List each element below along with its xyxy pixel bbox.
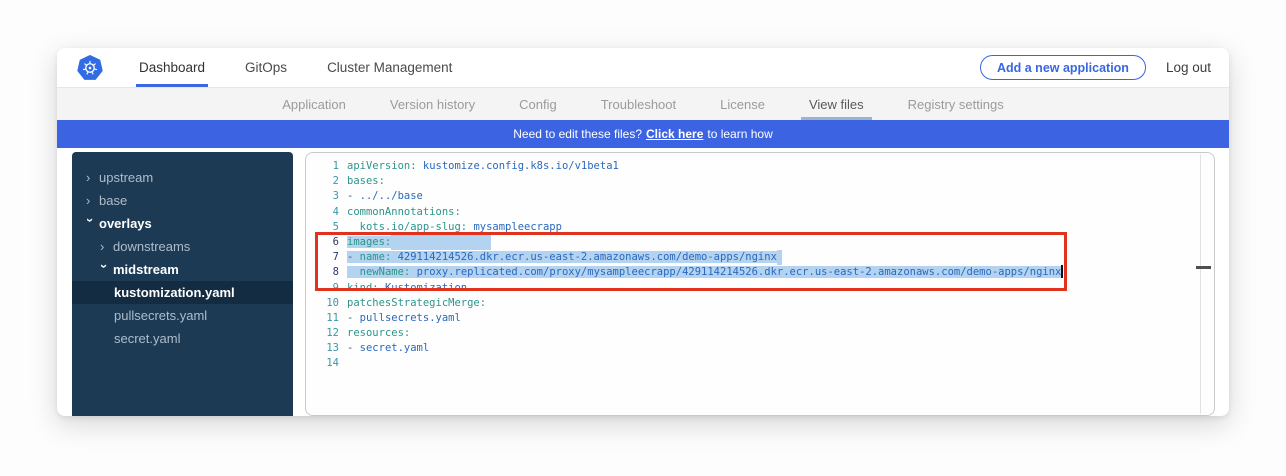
tab-config[interactable]: Config [497, 88, 579, 120]
code-area[interactable]: apiVersion: kustomize.config.k8s.io/v1be… [347, 159, 1063, 372]
line-number-gutter: 1234567891011121314 [306, 159, 339, 372]
tree-item-label: pullsecrets.yaml [114, 308, 207, 323]
code-line[interactable]: images: [347, 235, 1063, 250]
tab-application[interactable]: Application [260, 88, 368, 120]
code-editor[interactable]: 1234567891011121314 apiVersion: kustomiz… [305, 152, 1215, 416]
top-navigation: Dashboard GitOps Cluster Management Add … [57, 48, 1229, 88]
main-tabs: Dashboard GitOps Cluster Management [119, 48, 472, 87]
tree-file-pullsecrets-yaml[interactable]: pullsecrets.yaml [72, 304, 293, 327]
tab-dashboard[interactable]: Dashboard [136, 48, 208, 87]
tree-item-label: base [99, 193, 127, 208]
line-number: 3 [306, 189, 339, 204]
code-line[interactable]: - pullsecrets.yaml [347, 311, 1063, 326]
editor-lines: 1234567891011121314 apiVersion: kustomiz… [306, 153, 1214, 372]
tree-item-label: overlays [99, 216, 152, 231]
text-cursor [1061, 265, 1063, 278]
code-line[interactable]: kind: Kustomization [347, 281, 1063, 296]
code-line[interactable]: kots.io/app-slug: mysampleecrapp [347, 220, 1063, 235]
line-number: 13 [306, 341, 339, 356]
tree-file-kustomization-yaml[interactable]: kustomization.yaml [72, 281, 293, 304]
code-line[interactable]: newName: proxy.replicated.com/proxy/mysa… [347, 265, 1063, 280]
edit-files-banner: Need to edit these files? Click here to … [57, 120, 1229, 148]
tab-troubleshoot[interactable]: Troubleshoot [579, 88, 698, 120]
tree-item-label: midstream [113, 262, 179, 277]
code-line[interactable]: resources: [347, 326, 1063, 341]
tree-item-overlays[interactable]: › overlays [72, 212, 293, 235]
tree-item-label: upstream [99, 170, 153, 185]
banner-text-prefix: Need to edit these files? [513, 127, 642, 141]
code-line[interactable]: - name: 429114214526.dkr.ecr.us-east-2.a… [347, 250, 1063, 265]
code-line[interactable]: patchesStrategicMerge: [347, 296, 1063, 311]
line-number: 5 [306, 220, 339, 235]
chevron-down-icon: › [98, 264, 111, 277]
chevron-right-icon: › [86, 171, 99, 184]
line-number: 7 [306, 250, 339, 265]
chevron-down-icon: › [84, 218, 97, 231]
tab-view-files[interactable]: View files [787, 88, 886, 120]
code-line[interactable]: bases: [347, 174, 1063, 189]
line-number: 12 [306, 326, 339, 341]
file-tree: › upstream › base › overlays › downstrea… [72, 152, 293, 416]
tree-item-label: downstreams [113, 239, 190, 254]
code-line[interactable]: - secret.yaml [347, 341, 1063, 356]
line-number: 8 [306, 265, 339, 280]
app-window: Dashboard GitOps Cluster Management Add … [57, 48, 1229, 416]
line-number: 9 [306, 281, 339, 296]
tree-item-label: kustomization.yaml [114, 285, 235, 300]
logout-link[interactable]: Log out [1166, 60, 1211, 75]
code-line[interactable] [347, 356, 1063, 371]
tab-registry-settings[interactable]: Registry settings [886, 88, 1026, 120]
code-line[interactable]: apiVersion: kustomize.config.k8s.io/v1be… [347, 159, 1063, 174]
topnav-right: Add a new application Log out [980, 55, 1211, 80]
tree-file-secret-yaml[interactable]: secret.yaml [72, 327, 293, 350]
line-number: 2 [306, 174, 339, 189]
chevron-right-icon: › [86, 194, 99, 207]
line-number: 14 [306, 356, 339, 371]
code-line[interactable]: commonAnnotations: [347, 205, 1063, 220]
cursor-position-marker [1196, 266, 1211, 269]
line-number: 4 [306, 205, 339, 220]
add-new-application-button[interactable]: Add a new application [980, 55, 1146, 80]
tree-item-upstream[interactable]: › upstream [72, 166, 293, 189]
chevron-right-icon: › [100, 240, 113, 253]
tree-item-label: secret.yaml [114, 331, 180, 346]
tab-cluster-management[interactable]: Cluster Management [324, 48, 455, 87]
tab-license[interactable]: License [698, 88, 787, 120]
line-number: 11 [306, 311, 339, 326]
tree-item-base[interactable]: › base [72, 189, 293, 212]
line-number: 6 [306, 235, 339, 250]
app-sub-navigation: Application Version history Config Troub… [57, 88, 1229, 120]
tree-item-downstreams[interactable]: › downstreams [72, 235, 293, 258]
line-number: 10 [306, 296, 339, 311]
code-line[interactable]: - ../../base [347, 189, 1063, 204]
line-number: 1 [306, 159, 339, 174]
banner-text-suffix: to learn how [707, 127, 772, 141]
editor-scrollbar[interactable] [1200, 154, 1201, 414]
kubernetes-logo-icon [77, 55, 103, 81]
tab-gitops[interactable]: GitOps [242, 48, 290, 87]
tree-item-midstream[interactable]: › midstream [72, 258, 293, 281]
tab-version-history[interactable]: Version history [368, 88, 497, 120]
view-files-content: › upstream › base › overlays › downstrea… [57, 148, 1229, 416]
click-here-link[interactable]: Click here [646, 127, 703, 141]
